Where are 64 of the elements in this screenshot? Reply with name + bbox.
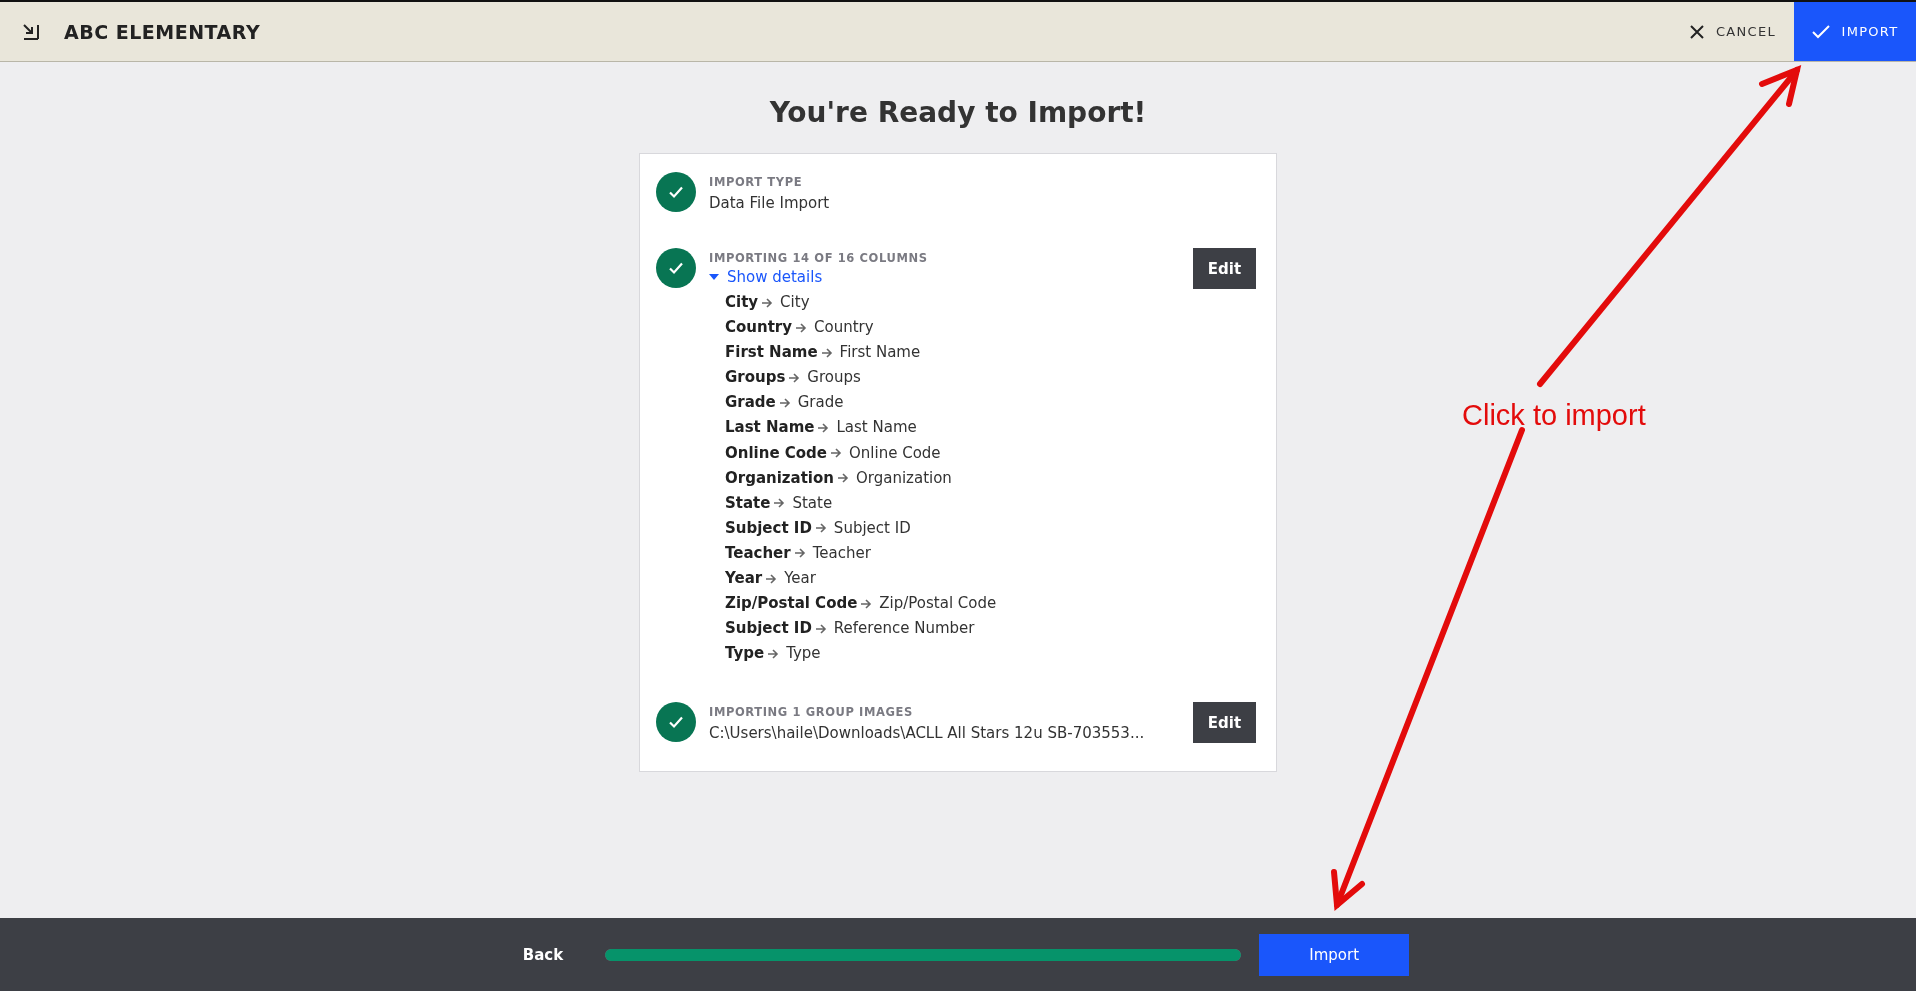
target-field-name: Grade xyxy=(797,392,844,414)
source-column-name: Grade xyxy=(725,392,776,414)
target-field-name: Organization xyxy=(856,467,952,489)
back-button[interactable]: Back xyxy=(506,937,580,972)
source-column-name: City xyxy=(725,292,759,313)
close-icon xyxy=(1689,24,1704,39)
import-icon xyxy=(22,22,40,41)
source-column-name: Year xyxy=(725,568,763,590)
arrow-icon xyxy=(774,498,786,509)
arrow-icon xyxy=(768,648,780,659)
arrow-icon xyxy=(861,598,873,609)
source-column-name: Subject ID xyxy=(725,517,812,539)
edit-button[interactable]: Edit xyxy=(1193,702,1256,744)
target-field-name: Subject ID xyxy=(833,517,911,539)
caret-icon xyxy=(709,274,719,280)
target-field-name: Last Name xyxy=(836,417,917,439)
target-field-name: Country xyxy=(814,317,874,339)
arrow-icon xyxy=(838,473,849,484)
section-value: C:\Users\haile\Downloads\ACLL All Stars 12u SB-703553... xyxy=(709,724,1146,743)
arrow-icon xyxy=(779,397,791,408)
section-label: IMPORT TYPE xyxy=(709,175,804,189)
section-label: IMPORTING 1 GROUP IMAGES xyxy=(709,705,914,720)
checkmark-icon xyxy=(1811,24,1830,39)
target-field-name: Zip/Postal Code xyxy=(879,593,997,615)
source-column-name: Teacher xyxy=(725,542,791,564)
arrow-icon xyxy=(831,448,842,459)
source-column-name: Online Code xyxy=(725,442,827,464)
source-column-name: Subject ID xyxy=(725,618,812,640)
arrow-icon xyxy=(762,297,774,308)
edit-button[interactable]: Edit xyxy=(1193,248,1256,289)
target-field-name: Year xyxy=(784,568,816,590)
target-field-name: Reference Number xyxy=(833,618,975,640)
target-field-name: Groups xyxy=(807,367,861,389)
target-field-name: Teacher xyxy=(812,542,871,564)
target-field-name: State xyxy=(792,492,833,514)
source-column-name: State xyxy=(725,492,771,514)
page-heading: You're Ready to Import! xyxy=(769,96,1147,129)
arrow-icon xyxy=(794,548,806,559)
arrow-icon xyxy=(789,372,801,383)
target-field-name: Type xyxy=(786,643,821,665)
source-column-name: Country xyxy=(725,317,793,339)
section-label: IMPORTING 14 OF 16 COLUMNS xyxy=(709,251,929,265)
arrow-icon xyxy=(818,423,830,433)
source-column-name: Type xyxy=(725,643,765,665)
arrow-icon xyxy=(815,623,827,634)
target-field-name: City xyxy=(780,292,810,313)
source-column-name: First Name xyxy=(725,342,818,364)
import-button[interactable]: IMPORT xyxy=(1794,2,1916,61)
source-column-name: Groups xyxy=(725,367,786,389)
school-title: ABC ELEMENTARY xyxy=(64,20,261,43)
source-column-name: Zip/Postal Code xyxy=(725,593,858,615)
arrow-icon xyxy=(815,523,827,534)
source-column-name: Organization xyxy=(725,467,834,489)
source-column-name: Last Name xyxy=(725,417,815,439)
target-field-name: Online Code xyxy=(849,442,941,464)
show-details-link[interactable]: Show details xyxy=(709,268,823,286)
annotation-text: Click to import xyxy=(1462,399,1646,432)
import-button[interactable]: Import xyxy=(1259,933,1410,976)
arrow-icon xyxy=(766,573,778,584)
target-field-name: First Name xyxy=(839,342,921,364)
section-value: Data File Import xyxy=(709,194,831,212)
cancel-button[interactable]: CANCEL xyxy=(1671,2,1794,61)
arrow-icon xyxy=(796,322,808,333)
arrow-icon xyxy=(821,347,833,358)
